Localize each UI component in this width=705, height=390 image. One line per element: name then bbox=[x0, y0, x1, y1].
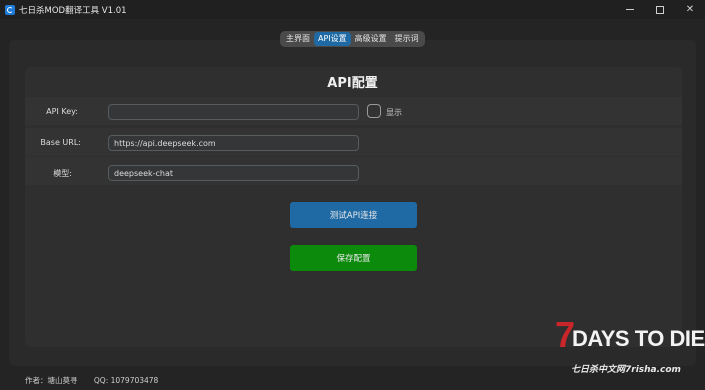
model-label: 模型: bbox=[53, 169, 72, 178]
app-window: 七日杀MOD翻译工具 V1.01 ✕ 主界面 API设置 高级设置 提示词 AP… bbox=[0, 0, 705, 390]
maximize-icon bbox=[656, 5, 664, 14]
model-input[interactable] bbox=[108, 165, 359, 181]
logo-site-text: 七日杀中文网7risha.com bbox=[571, 365, 681, 375]
show-key-label[interactable]: 显示 bbox=[386, 107, 402, 118]
footer: 作者：塘山莫寻 QQ: 1079703478 bbox=[25, 375, 172, 386]
tab-api-settings[interactable]: API设置 bbox=[314, 32, 351, 46]
tab-advanced-settings[interactable]: 高级设置 bbox=[351, 32, 391, 46]
qq-text: QQ: 1079703478 bbox=[93, 376, 159, 385]
save-config-button[interactable]: 保存配置 bbox=[290, 245, 417, 271]
window-controls: ✕ bbox=[615, 0, 705, 19]
tab-bar: 主界面 API设置 高级设置 提示词 bbox=[280, 31, 425, 47]
game-logo: 7 DAYS TO DIE 七日杀中文网7risha.com bbox=[553, 314, 705, 380]
panel-title: API配置 bbox=[327, 76, 378, 91]
minimize-icon bbox=[626, 9, 634, 10]
minimize-button[interactable] bbox=[615, 0, 645, 19]
title-bar[interactable]: 七日杀MOD翻译工具 V1.01 ✕ bbox=[0, 0, 705, 19]
app-icon bbox=[5, 4, 15, 15]
api-key-input[interactable] bbox=[108, 104, 359, 120]
tab-main[interactable]: 主界面 bbox=[282, 32, 314, 46]
test-api-button[interactable]: 测试API连接 bbox=[290, 202, 417, 228]
maximize-button[interactable] bbox=[645, 0, 675, 19]
window-title: 七日杀MOD翻译工具 V1.01 bbox=[19, 5, 127, 16]
author-text: 作者：塘山莫寻 bbox=[25, 376, 78, 385]
base-url-input[interactable] bbox=[108, 135, 359, 151]
tab-prompts[interactable]: 提示词 bbox=[391, 32, 423, 46]
show-key-checkbox[interactable] bbox=[367, 104, 381, 118]
logo-days-text: DAYS TO DIE bbox=[572, 326, 705, 351]
close-icon: ✕ bbox=[685, 4, 695, 15]
api-key-label: API Key: bbox=[46, 107, 78, 116]
base-url-label: Base URL: bbox=[40, 138, 81, 147]
close-button[interactable]: ✕ bbox=[675, 0, 705, 19]
